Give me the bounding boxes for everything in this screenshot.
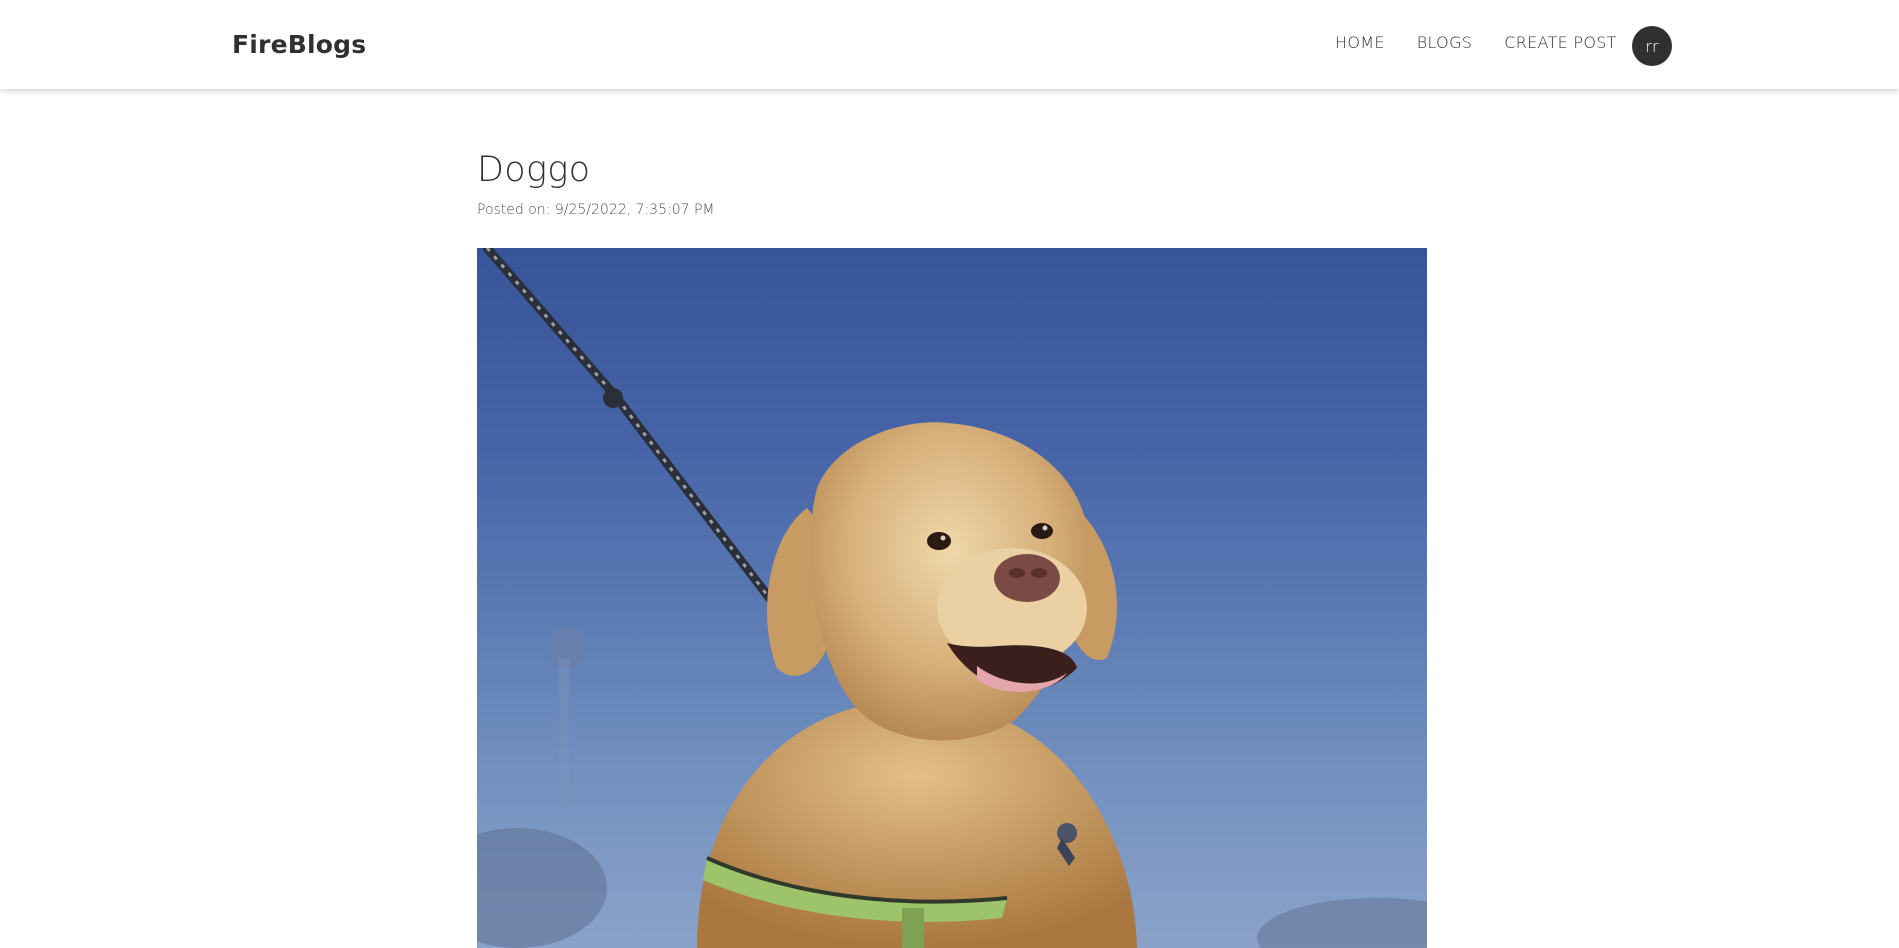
nav-create-post-link[interactable]: CREATE POST — [1504, 33, 1617, 52]
nav-home-link[interactable]: HOME — [1335, 33, 1385, 52]
main-nav: HOME BLOGS CREATE POST — [1335, 33, 1617, 52]
site-header: FireBlogs HOME BLOGS CREATE POST rr — [0, 0, 1899, 89]
post-title: Doggo — [477, 150, 591, 190]
nav-blogs-link[interactable]: BLOGS — [1417, 33, 1472, 52]
brand-logo[interactable]: FireBlogs — [232, 30, 366, 59]
post-cover-image — [477, 248, 1427, 948]
user-avatar[interactable]: rr — [1632, 26, 1672, 66]
post-date: Posted on: 9/25/2022, 7:35:07 PM — [477, 202, 715, 218]
blog-post: Doggo Posted on: 9/25/2022, 7:35:07 PM — [477, 150, 1427, 948]
dog-photo-illustration — [477, 248, 1427, 948]
